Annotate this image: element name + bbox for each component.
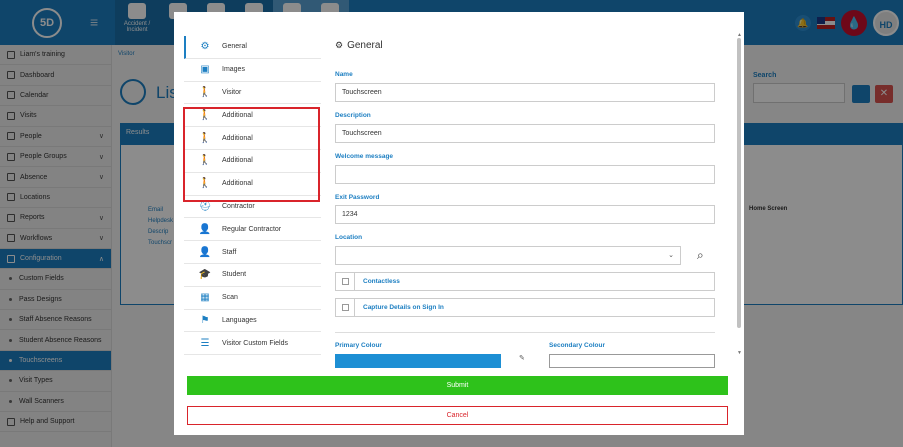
submit-button[interactable]: Submit (187, 376, 728, 395)
tab-staff[interactable]: 👤 Staff (184, 241, 321, 264)
qrcode-icon: ▦ (200, 292, 210, 304)
tab-label: Visitor (222, 88, 242, 96)
contactless-label: Contactless (363, 278, 400, 285)
contactless-checkbox-row[interactable]: Contactless (335, 272, 715, 291)
hard-hat-icon: ⛑ (198, 200, 212, 212)
capture-details-checkbox-row[interactable]: Capture Details on Sign In (335, 298, 715, 317)
section-title: ⚙ General (335, 40, 383, 51)
primary-colour-swatch[interactable] (335, 354, 501, 368)
search-icon[interactable]: ⌕ (697, 248, 704, 263)
exit-password-label: Exit Password (335, 194, 380, 201)
location-label: Location (335, 234, 363, 241)
name-label: Name (335, 71, 353, 78)
tab-label: Staff (222, 248, 237, 256)
name-input[interactable]: Touchscreen (335, 83, 715, 102)
divider (335, 332, 715, 333)
touchscreen-edit-modal: ⚙ General ▣ Images 🚶 Visitor 🚶 Additional 🚶 A… (174, 12, 744, 435)
gears-icon: ⚙ (335, 40, 344, 50)
image-icon: ▣ (200, 64, 210, 76)
tab-label: General (222, 43, 247, 51)
eyedropper-icon[interactable]: ✎ (519, 354, 525, 362)
scrollbar-thumb[interactable] (737, 38, 741, 328)
user-cog-icon: 👤 (198, 223, 212, 235)
flag-icon: ⚑ (200, 314, 210, 326)
tab-languages[interactable]: ⚑ Languages (184, 310, 321, 333)
walking-icon: 🚶 (198, 86, 212, 98)
tab-regular-contractor[interactable]: 👤 Regular Contractor (184, 218, 321, 242)
checkbox-square (341, 304, 349, 311)
tab-label: Scan (222, 294, 238, 302)
tab-label: Regular Contractor (222, 225, 282, 233)
modal-scrollbar[interactable] (737, 38, 742, 358)
tab-label: Visitor Custom Fields (222, 339, 289, 347)
tab-general[interactable]: ⚙ General (184, 36, 321, 59)
tab-images[interactable]: ▣ Images (184, 59, 321, 82)
highlight-box (183, 107, 320, 202)
welcome-message-input[interactable] (335, 165, 715, 184)
tab-label: Languages (222, 316, 257, 324)
tab-visitor[interactable]: 🚶 Visitor (184, 82, 321, 105)
list-check-icon: ☰ (200, 337, 210, 349)
location-select[interactable]: ⌄ (335, 246, 681, 265)
secondary-colour-swatch[interactable] (549, 354, 715, 368)
welcome-message-label: Welcome message (335, 153, 394, 160)
gears-icon: ⚙ (200, 41, 210, 53)
tab-label: Contractor (222, 202, 255, 210)
exit-password-input[interactable]: 1234 (335, 205, 715, 224)
capture-details-label: Capture Details on Sign In (363, 304, 444, 311)
tab-student[interactable]: 🎓 Student (184, 264, 321, 287)
user-tie-icon: 👤 (198, 246, 212, 258)
primary-colour-label: Primary Colour (335, 342, 382, 349)
tab-label: Images (222, 66, 245, 74)
section-title-text: General (347, 40, 383, 51)
tab-visitor-custom-fields[interactable]: ☰ Visitor Custom Fields (184, 332, 321, 356)
tab-scan[interactable]: ▦ Scan (184, 287, 321, 310)
secondary-colour-label: Secondary Colour (549, 342, 605, 349)
chevron-down-icon: ⌄ (668, 252, 674, 259)
description-label: Description (335, 112, 371, 119)
graduate-icon: 🎓 (198, 269, 212, 281)
tab-label: Student (222, 271, 247, 279)
contactless-checkbox[interactable] (336, 272, 355, 291)
description-input[interactable]: Touchscreen (335, 124, 715, 143)
checkbox-square (341, 278, 349, 285)
scroll-down-icon[interactable]: ▼ (737, 350, 742, 356)
capture-details-checkbox[interactable] (336, 298, 355, 317)
cancel-button[interactable]: Cancel (187, 406, 728, 425)
